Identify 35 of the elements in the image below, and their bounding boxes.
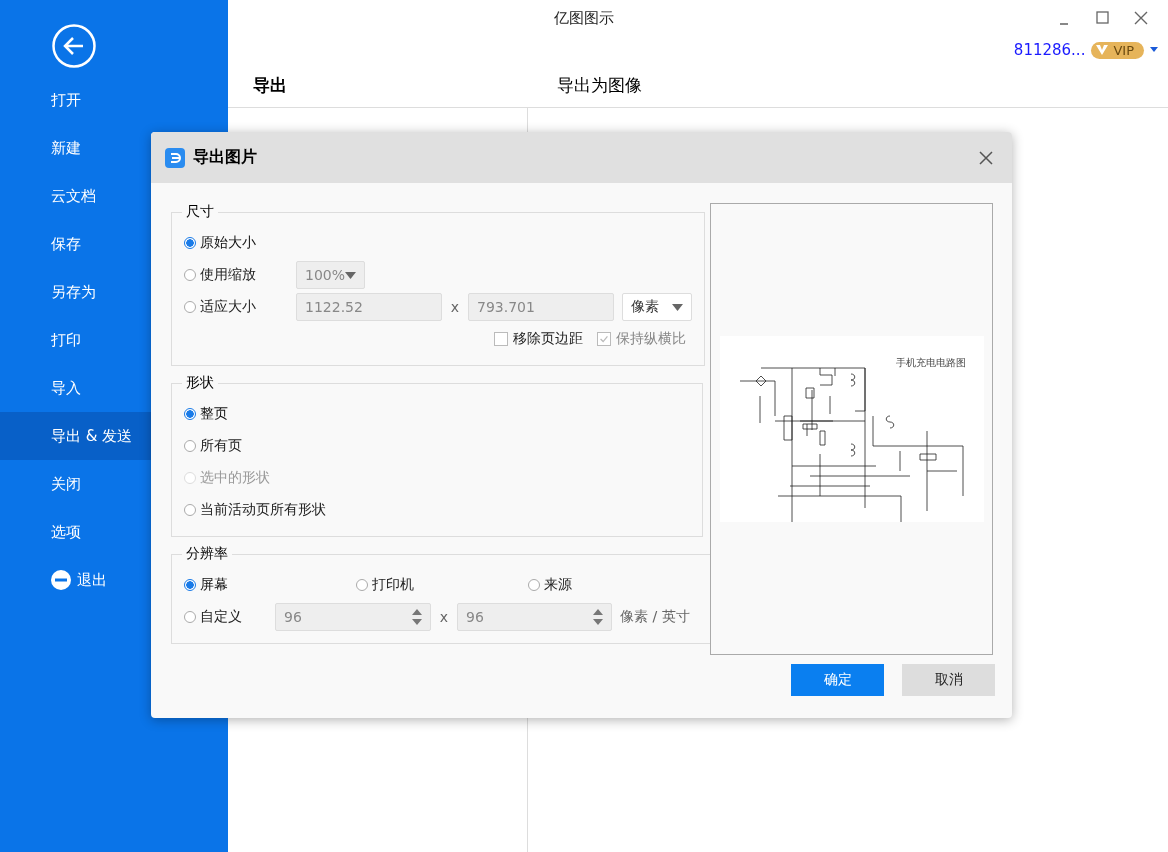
window-title: 亿图图示 [554,8,614,28]
radio-option[interactable]: 来源 [528,576,700,594]
times-sign: x [438,609,450,625]
diagram-title: 手机充电电路图 [895,356,966,370]
section-title: 导出 [253,75,287,95]
radio-option[interactable]: 打印机 [356,576,528,594]
vip-badge: VIP [1091,41,1144,59]
minus-circle-icon [51,570,71,590]
radio-option[interactable]: 自定义 [184,608,275,626]
unit-dropdown[interactable]: 像素 [622,293,692,321]
radio-option[interactable]: 原始大小 [184,234,256,252]
radio-option[interactable]: 适应大小 [184,298,296,316]
group-label: 形状 [185,374,215,392]
close-icon[interactable] [1132,9,1150,27]
user-name[interactable]: 811286... [1013,41,1086,59]
sidebar-item[interactable]: 打开 [0,76,228,124]
group-label: 尺寸 [185,203,215,221]
dialog-title: 导出图片 [193,147,257,168]
app-logo-icon [165,147,185,168]
times-sign: x [449,299,461,315]
maximize-icon[interactable] [1094,9,1112,27]
checkbox[interactable]: 移除页边距 [494,330,583,348]
group-label: 分辨率 [185,545,229,563]
unit-label: 像素 / 英寸 [620,608,690,626]
ok-button[interactable]: 确定 [791,664,884,696]
checkmark-icon [598,333,610,345]
radio-option[interactable]: 使用缩放 [184,266,296,284]
close-icon[interactable] [978,149,994,166]
panel-title: 导出为图像 [556,74,642,97]
dropdown-arrow-icon [672,303,683,311]
dropdown-arrow-icon [345,271,357,279]
radio-option[interactable]: 当前活动页所有形状 [184,501,326,519]
cancel-button[interactable]: 取消 [902,664,995,696]
caret-icon[interactable] [1150,47,1158,53]
radio-option[interactable]: 屏幕 [184,576,356,594]
